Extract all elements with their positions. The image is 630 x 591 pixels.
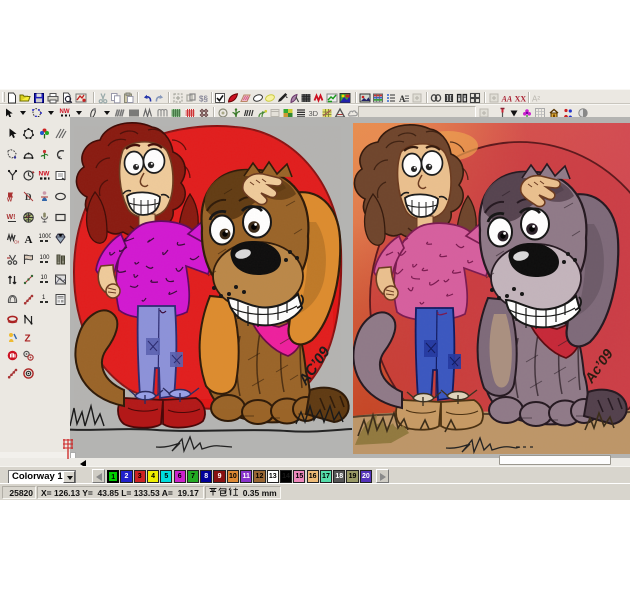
svg-text:NW: NW — [39, 171, 51, 178]
svg-text:A: A — [25, 234, 33, 245]
svg-text:A²: A² — [532, 95, 540, 104]
svg-text:100: 100 — [40, 255, 51, 261]
svg-text:A: A — [399, 94, 406, 104]
svg-text:W!: W! — [7, 214, 16, 221]
svg-text:$§: $§ — [199, 95, 208, 104]
svg-text:10: 10 — [41, 275, 48, 281]
svg-text:1: 1 — [42, 295, 46, 301]
svg-text:1000: 1000 — [39, 234, 52, 240]
svg-text:XX: XX — [515, 95, 526, 104]
svg-text:OK: OK — [14, 240, 19, 245]
svg-text:W: W — [7, 198, 13, 204]
svg-text:AA: AA — [501, 95, 513, 104]
svg-text:Z: Z — [25, 334, 31, 345]
svg-text:NW: NW — [60, 109, 70, 115]
